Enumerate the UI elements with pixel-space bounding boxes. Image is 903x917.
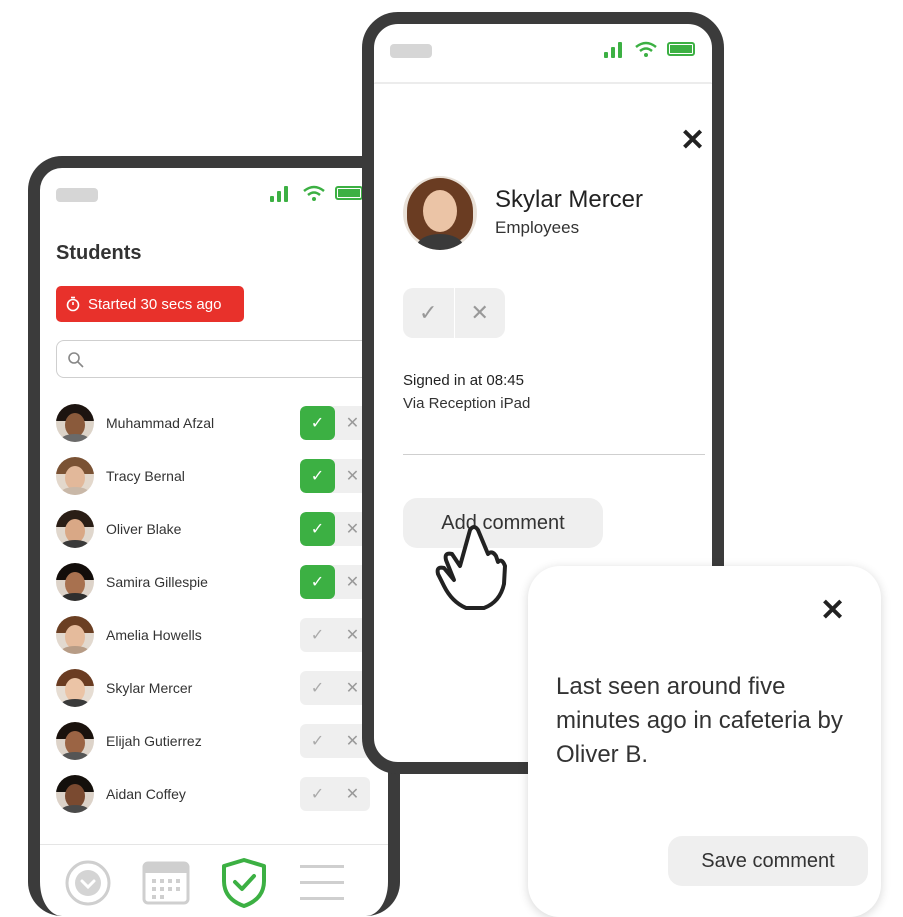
- battery-icon: [335, 186, 363, 200]
- student-name: Tracy Bernal: [106, 468, 185, 484]
- list-item[interactable]: Tracy Bernal ✓ ✕: [56, 451, 386, 501]
- person-role: Employees: [495, 218, 580, 237]
- battery-icon: [667, 42, 695, 56]
- close-icon[interactable]: ✕: [680, 126, 705, 156]
- avatar: [56, 457, 94, 495]
- calendar-icon[interactable]: [142, 859, 190, 905]
- divider: [403, 454, 705, 455]
- status-bar: [374, 24, 712, 68]
- sheet-edge: [374, 82, 712, 84]
- check-icon[interactable]: ✓: [300, 724, 335, 758]
- wifi-icon: [303, 185, 325, 201]
- list-item[interactable]: Elijah Gutierrez ✓ ✕: [56, 716, 386, 766]
- attendance-toggle[interactable]: ✓ ✕: [300, 618, 370, 652]
- list-item[interactable]: Skylar Mercer ✓ ✕: [56, 663, 386, 713]
- hand-pointer-icon: [435, 525, 507, 610]
- list-item[interactable]: Aidan Coffey ✓ ✕: [56, 769, 386, 819]
- student-name: Samira Gillespie: [106, 574, 208, 590]
- attendance-toggle[interactable]: ✓ ✕: [300, 724, 370, 758]
- notch-pill: [56, 188, 98, 202]
- chevron-down-icon[interactable]: [64, 859, 112, 907]
- wifi-icon: [635, 41, 657, 57]
- attendance-toggle[interactable]: ✓ ✕: [300, 565, 370, 599]
- attendance-toggle[interactable]: ✓ ✕: [300, 777, 370, 811]
- close-icon[interactable]: ✕: [335, 777, 370, 811]
- check-icon[interactable]: ✓: [300, 777, 335, 811]
- sign-in-method: Via Reception iPad: [403, 395, 531, 412]
- avatar: [56, 616, 94, 654]
- student-name: Elijah Gutierrez: [106, 733, 202, 749]
- avatar: [56, 775, 94, 813]
- student-name: Muhammad Afzal: [106, 415, 215, 431]
- stopwatch-icon: [66, 296, 80, 312]
- attendance-toggle[interactable]: ✓ ✕: [300, 512, 370, 546]
- timer-badge: Started 30 secs ago: [56, 286, 244, 322]
- signal-icon: [604, 42, 622, 58]
- shield-check-icon[interactable]: [220, 857, 268, 909]
- menu-icon[interactable]: [298, 861, 346, 905]
- page-title: Students: [56, 242, 142, 264]
- search-icon: [68, 352, 84, 368]
- attendance-toggle[interactable]: ✓ ✕: [300, 671, 370, 705]
- close-icon[interactable]: ✕: [820, 596, 845, 626]
- timer-label: Started 30 secs ago: [88, 295, 222, 313]
- close-icon[interactable]: ✕: [453, 288, 506, 338]
- search-input[interactable]: [56, 340, 386, 378]
- student-name: Oliver Blake: [106, 521, 182, 537]
- status-bar: [40, 168, 388, 212]
- comment-text[interactable]: Last seen around five minutes ago in caf…: [556, 670, 866, 772]
- avatar: [56, 669, 94, 707]
- check-icon[interactable]: ✓: [300, 459, 335, 493]
- signed-in-text: Signed in at 08:45: [403, 372, 524, 389]
- avatar: [56, 722, 94, 760]
- check-icon[interactable]: ✓: [300, 512, 335, 546]
- avatar: [56, 510, 94, 548]
- notch-pill: [390, 44, 432, 58]
- tab-bar: [40, 844, 388, 916]
- person-name: Skylar Mercer: [495, 186, 644, 213]
- student-name: Skylar Mercer: [106, 680, 193, 696]
- avatar: [56, 404, 94, 442]
- signal-icon: [270, 186, 288, 202]
- list-item[interactable]: Amelia Howells ✓ ✕: [56, 610, 386, 660]
- check-icon[interactable]: ✓: [300, 618, 335, 652]
- attendance-toggle[interactable]: ✓ ✕: [403, 288, 505, 338]
- attendance-toggle[interactable]: ✓ ✕: [300, 459, 370, 493]
- save-comment-button[interactable]: Save comment: [668, 836, 868, 886]
- check-icon[interactable]: ✓: [300, 671, 335, 705]
- attendance-toggle[interactable]: ✓ ✕: [300, 406, 370, 440]
- students-phone: Students Started 30 secs ago Muhammad Af…: [28, 156, 400, 916]
- list-item[interactable]: Oliver Blake ✓ ✕: [56, 504, 386, 554]
- check-icon[interactable]: ✓: [300, 565, 335, 599]
- list-item[interactable]: Muhammad Afzal ✓ ✕: [56, 398, 386, 448]
- student-name: Aidan Coffey: [106, 786, 186, 802]
- avatar: [403, 176, 477, 250]
- avatar: [56, 563, 94, 601]
- comment-card: ✕ Last seen around five minutes ago in c…: [528, 566, 881, 917]
- check-icon[interactable]: ✓: [300, 406, 335, 440]
- check-icon[interactable]: ✓: [403, 288, 454, 338]
- student-name: Amelia Howells: [106, 627, 202, 643]
- list-item[interactable]: Samira Gillespie ✓ ✕: [56, 557, 386, 607]
